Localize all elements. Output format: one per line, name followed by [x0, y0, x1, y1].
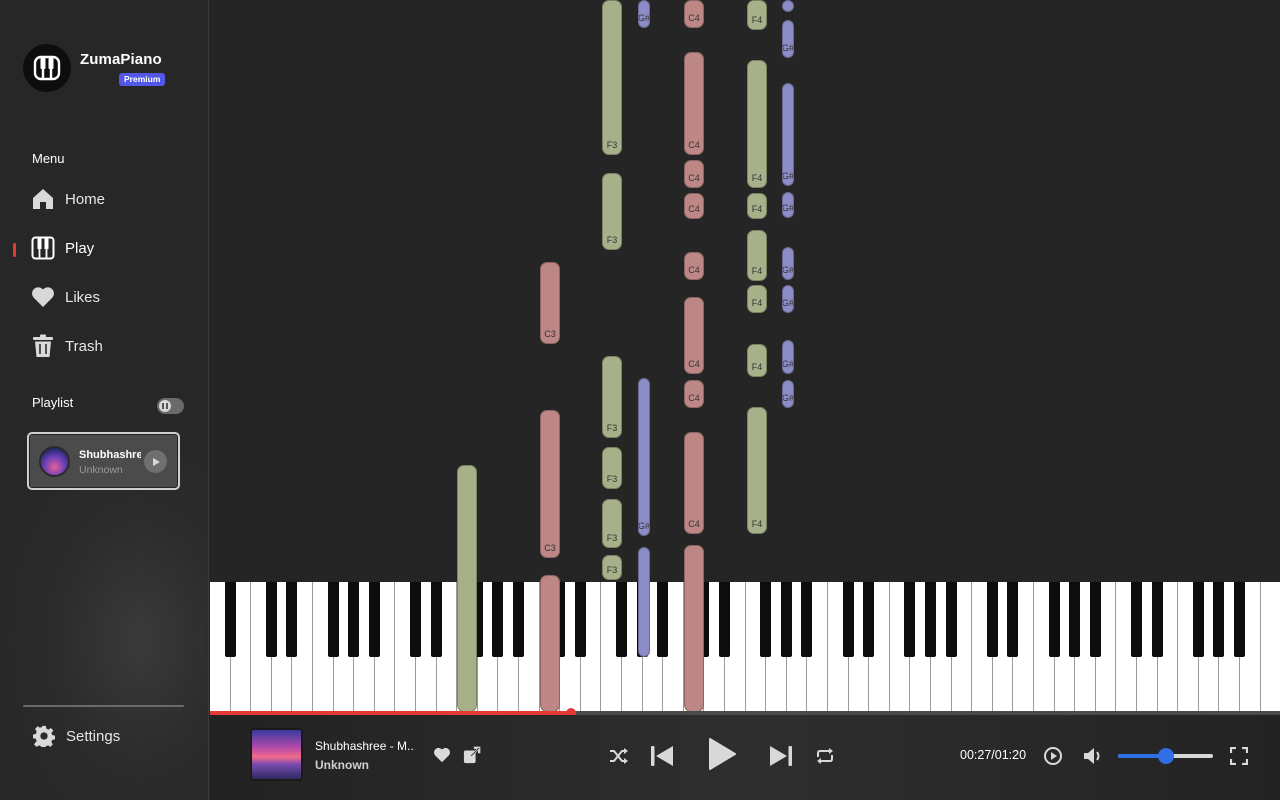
heart-icon [30, 284, 56, 310]
shuffle-button[interactable] [608, 745, 630, 767]
piano-black-key[interactable] [1089, 582, 1101, 657]
sidebar-item-play[interactable]: Play [30, 233, 190, 263]
piano-black-key[interactable] [1131, 582, 1142, 657]
piano-black-key[interactable] [760, 582, 772, 657]
skip-back-icon [651, 746, 673, 766]
previous-button[interactable] [649, 743, 675, 769]
piano-black-key[interactable] [904, 582, 916, 657]
sidebar-item-trash[interactable]: Trash [30, 331, 190, 361]
piano-black-key[interactable] [348, 582, 360, 657]
album-art [250, 728, 303, 781]
fullscreen-icon [1230, 747, 1248, 765]
repeat-icon [817, 748, 833, 764]
piano-black-key[interactable] [1213, 582, 1225, 657]
piano-black-key[interactable] [410, 582, 421, 657]
next-button[interactable] [768, 743, 794, 769]
play-icon [709, 738, 736, 770]
piano-black-key[interactable] [863, 582, 875, 657]
playlist-item-play-button[interactable] [144, 450, 167, 473]
playlist-toggle[interactable] [157, 398, 184, 414]
piano-black-key[interactable] [1151, 582, 1163, 657]
premium-badge: Premium [119, 73, 166, 86]
piano-black-key[interactable] [616, 582, 627, 657]
piano-black-key[interactable] [513, 582, 524, 657]
piano-black-key[interactable] [780, 582, 792, 657]
piano-black-key[interactable] [1192, 582, 1204, 657]
trash-icon [30, 333, 56, 359]
speaker-icon [1084, 748, 1100, 764]
repeat-button[interactable] [814, 745, 836, 767]
like-button[interactable] [432, 745, 452, 765]
playlist-item[interactable]: Shubhashree - M Unknown [27, 432, 180, 490]
volume-slider[interactable] [1118, 748, 1213, 764]
piano-black-key[interactable] [368, 582, 380, 657]
home-icon [30, 186, 56, 212]
piano-roll-area [210, 0, 1280, 582]
gear-icon [31, 723, 57, 749]
app-logo [23, 44, 71, 92]
skip-forward-icon [770, 746, 792, 766]
sidebar-item-label: Settings [66, 727, 121, 745]
share-button[interactable] [462, 745, 482, 765]
sidebar-item-label: Home [65, 190, 106, 208]
sidebar-item-label: Play [65, 239, 95, 257]
piano-black-key[interactable] [945, 582, 957, 657]
piano-black-key[interactable] [925, 582, 936, 657]
piano-icon [30, 235, 56, 261]
piano-black-key[interactable] [719, 582, 730, 657]
piano-white-key[interactable] [1260, 582, 1280, 712]
piano-black-key[interactable] [1007, 582, 1019, 657]
active-nav-indicator [13, 243, 16, 257]
piano-black-key[interactable] [327, 582, 339, 657]
app-window: ZumaPiano Premium Menu Home Play Likes T… [0, 0, 1280, 800]
menu-heading: Menu [32, 151, 65, 166]
pause-icon [159, 400, 171, 412]
play-icon [152, 457, 160, 466]
piano-black-key[interactable] [657, 582, 669, 657]
playlist-item-artist: Unknown [79, 464, 123, 476]
piano-black-key[interactable] [224, 582, 236, 657]
piano-black-key[interactable] [1234, 582, 1245, 657]
piano-black-key[interactable] [430, 582, 442, 657]
share-icon [463, 746, 481, 764]
playlist-heading: Playlist [32, 395, 74, 410]
sidebar-item-settings[interactable]: Settings [31, 721, 191, 751]
piano-black-key[interactable] [842, 582, 854, 657]
piano-black-key[interactable] [554, 582, 566, 657]
sidebar: ZumaPiano Premium Menu Home Play Likes T… [0, 0, 209, 800]
track-title: Shubhashree - M... [315, 739, 415, 753]
piano-black-key[interactable] [801, 582, 813, 657]
brand-name: ZumaPiano [80, 51, 162, 68]
piano-black-key[interactable] [286, 582, 298, 657]
player-bar: Shubhashree - M... Unknown 00:27/01:20 [210, 715, 1280, 800]
piano-black-key[interactable] [265, 582, 277, 657]
playback-speed-button[interactable] [1042, 745, 1064, 767]
volume-button[interactable] [1082, 745, 1104, 767]
playlist-item-thumbnail [39, 446, 70, 477]
sidebar-item-label: Likes [65, 288, 101, 306]
fullscreen-button[interactable] [1228, 745, 1250, 767]
time-display: 00:27/01:20 [960, 748, 1027, 762]
playlist-item-title: Shubhashree - M [79, 449, 141, 461]
piano-keyboard[interactable] [210, 582, 1280, 712]
volume-handle[interactable] [1157, 748, 1174, 764]
circle-play-icon [1044, 747, 1062, 765]
piano-black-key[interactable] [636, 582, 648, 657]
sidebar-item-label: Trash [65, 337, 103, 355]
track-artist: Unknown [315, 758, 369, 772]
piano-black-key[interactable] [1069, 582, 1081, 657]
piano-black-key[interactable] [698, 582, 710, 657]
sidebar-item-likes[interactable]: Likes [30, 282, 190, 312]
sidebar-item-home[interactable]: Home [30, 184, 190, 214]
piano-black-key[interactable] [986, 582, 998, 657]
piano-black-key[interactable] [492, 582, 504, 657]
piano-logo-icon [33, 55, 61, 81]
sidebar-divider [23, 705, 184, 707]
heart-icon [434, 747, 450, 763]
piano-black-key[interactable] [1048, 582, 1060, 657]
piano-black-key[interactable] [471, 582, 483, 657]
play-button[interactable] [704, 736, 740, 772]
shuffle-icon [610, 748, 628, 764]
piano-black-key[interactable] [574, 582, 586, 657]
